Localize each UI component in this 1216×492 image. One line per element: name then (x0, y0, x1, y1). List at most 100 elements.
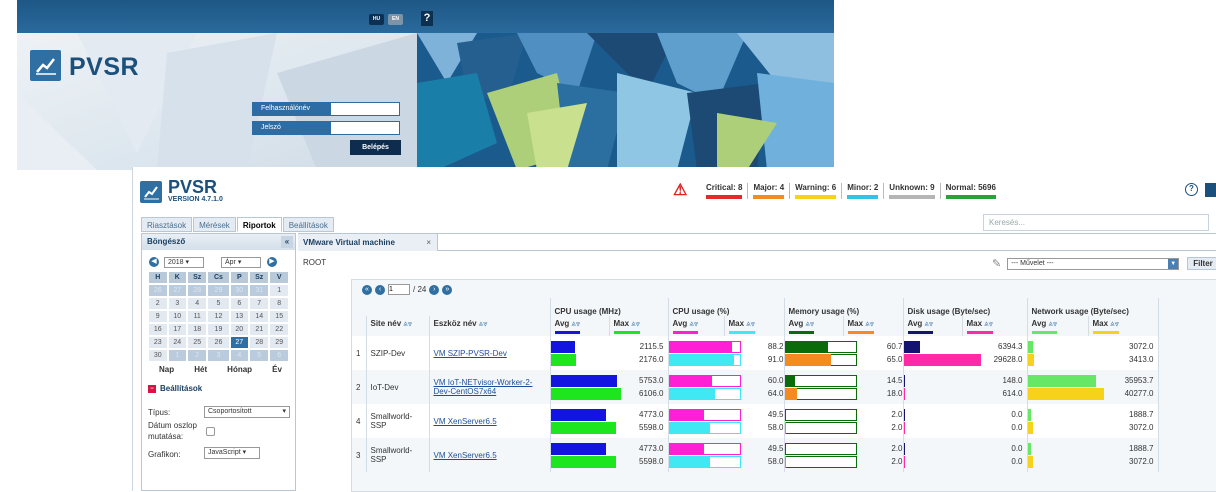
calendar-day[interactable]: 5 (250, 350, 269, 361)
calendar-day[interactable]: 5 (208, 298, 229, 309)
paperclip-icon[interactable]: ✎ (992, 257, 1001, 270)
calendar-day[interactable]: 2 (188, 350, 207, 361)
calendar-day[interactable]: 23 (149, 337, 167, 348)
calendar-day[interactable]: 27 (168, 285, 187, 296)
table-row[interactable]: 1 SZIP-Dev VM SZIP-PVSR-Dev 2115.5 2176.0 88.… (352, 336, 1159, 370)
calendar-day[interactable]: 13 (230, 311, 249, 322)
search-input[interactable]: Keresés... (983, 214, 1209, 231)
col-avg-3[interactable]: Avg ⩓⩔ (903, 316, 963, 336)
col-max-4[interactable]: Max ⩓⩔ (1088, 316, 1159, 336)
calendar-day[interactable]: 21 (250, 324, 269, 335)
calendar-day[interactable]: 4 (188, 298, 207, 309)
alert-count-5[interactable]: Normal: 5696 (941, 183, 1001, 199)
logout-icon[interactable] (1205, 183, 1216, 197)
breadcrumb-root[interactable]: ROOT (303, 258, 326, 267)
calendar-day[interactable]: 6 (270, 350, 288, 361)
calendar-day[interactable]: 28 (250, 337, 269, 348)
calendar-day[interactable]: 12 (208, 311, 229, 322)
close-tab-icon[interactable]: × (426, 234, 431, 251)
calendar-day[interactable]: 15 (270, 311, 288, 322)
device-link[interactable]: VM XenServer6.5 (434, 417, 497, 426)
help-icon[interactable]: ? (1185, 183, 1198, 196)
alert-count-1[interactable]: Major: 4 (748, 183, 791, 199)
calendar-day[interactable]: 3 (168, 298, 187, 309)
calendar-day[interactable]: 19 (208, 324, 229, 335)
sort-arrows-icon[interactable]: ⩓⩔ (631, 319, 640, 328)
tab-reports[interactable]: Riportok (236, 217, 282, 232)
calendar-day[interactable]: 20 (230, 324, 249, 335)
calendar-day[interactable]: 2 (149, 298, 167, 309)
calendar-day[interactable]: 31 (250, 285, 269, 296)
sort-arrows-icon[interactable]: ⩓⩔ (746, 319, 755, 328)
device-link[interactable]: VM XenServer6.5 (434, 451, 497, 460)
table-row[interactable]: 2 IoT-Dev VM IoT-NETvisor-Worker-2-Dev-Cen… (352, 370, 1159, 404)
sort-arrows-icon[interactable]: ⩓⩔ (479, 319, 488, 328)
username-input[interactable] (330, 102, 400, 116)
calendar-day[interactable]: 1 (270, 285, 288, 296)
calendar-day[interactable]: 26 (208, 337, 229, 348)
device-link[interactable]: VM SZIP-PVSR-Dev (434, 349, 507, 358)
col-device-name[interactable]: Eszköz név ⩓⩔ (429, 316, 551, 336)
settings-section-title[interactable]: − Beállítások (148, 384, 202, 393)
calendar-day[interactable]: 28 (188, 285, 207, 296)
calendar-day[interactable]: 24 (168, 337, 187, 348)
tab-settings[interactable]: Beállítások (282, 217, 334, 232)
chart-select[interactable]: JavaScript ▾ (204, 447, 260, 459)
calendar-day[interactable]: 16 (149, 324, 167, 335)
prev-page-icon[interactable]: ‹ (375, 284, 385, 295)
help-button[interactable]: ? (421, 11, 433, 26)
next-page-icon[interactable]: › (429, 284, 440, 295)
calendar-day[interactable]: 29 (270, 337, 288, 348)
calendar-day[interactable]: 11 (188, 311, 207, 322)
calendar-day[interactable]: 30 (149, 350, 167, 361)
type-select[interactable]: Csoportosított ▾ (204, 406, 290, 418)
alert-count-3[interactable]: Minor: 2 (842, 183, 885, 199)
calendar-day[interactable]: 26 (149, 285, 167, 296)
calendar-day[interactable]: 9 (149, 311, 167, 322)
alert-count-4[interactable]: Unknown: 9 (884, 183, 941, 199)
calendar-day[interactable]: 14 (250, 311, 269, 322)
sort-arrows-icon[interactable]: ⩓⩔ (571, 319, 580, 328)
col-site-name[interactable]: Site név ⩓⩔ (366, 316, 430, 336)
report-tab[interactable]: VMware Virtual machine × (298, 234, 438, 251)
col-max-1[interactable]: Max ⩓⩔ (724, 316, 785, 336)
calendar-day[interactable]: 29 (208, 285, 229, 296)
col-max-2[interactable]: Max ⩓⩔ (843, 316, 904, 336)
action-select[interactable]: --- Művelet --- ▼ (1007, 257, 1180, 270)
calendar-day[interactable]: 17 (168, 324, 187, 335)
col-avg-0[interactable]: Avg ⩓⩔ (550, 316, 610, 336)
period-week[interactable]: Hét (194, 365, 207, 374)
next-month-icon[interactable]: ▶ (267, 257, 277, 267)
sort-arrows-icon[interactable]: ⩓⩔ (924, 319, 933, 328)
sort-arrows-icon[interactable]: ⩓⩔ (1110, 319, 1119, 328)
prev-month-icon[interactable]: ◀ (149, 257, 159, 267)
period-month[interactable]: Hónap (227, 365, 252, 374)
calendar-day[interactable]: 1 (168, 350, 187, 361)
show-date-column-checkbox[interactable] (206, 427, 215, 436)
alert-count-2[interactable]: Warning: 6 (790, 183, 843, 199)
collapse-sidebar-button[interactable]: « (281, 236, 293, 248)
language-hu-button[interactable]: HU (369, 14, 384, 25)
calendar-day[interactable]: 27 (230, 337, 249, 348)
sort-arrows-icon[interactable]: ⩓⩔ (865, 319, 874, 328)
table-row[interactable]: 4 Smallworld-SSP VM XenServer6.5 4773.0 5598… (352, 404, 1159, 438)
alert-count-0[interactable]: Critical: 8 (701, 183, 749, 199)
period-day[interactable]: Nap (159, 365, 174, 374)
col-avg-2[interactable]: Avg ⩓⩔ (784, 316, 844, 336)
first-page-icon[interactable]: « (362, 284, 372, 295)
calendar-day[interactable]: 25 (188, 337, 207, 348)
table-row[interactable]: 3 Smallworld-SSP VM XenServer6.5 4773.0 5598… (352, 438, 1159, 472)
calendar-day[interactable]: 10 (168, 311, 187, 322)
device-link[interactable]: VM IoT-NETvisor-Worker-2-Dev-CentOS7x64 (434, 378, 533, 396)
calendar-day[interactable]: 4 (230, 350, 249, 361)
calendar-day[interactable]: 3 (208, 350, 229, 361)
last-page-icon[interactable]: » (442, 284, 453, 295)
col-max-0[interactable]: Max ⩓⩔ (609, 316, 669, 336)
calendar-day[interactable]: 6 (230, 298, 249, 309)
sort-arrows-icon[interactable]: ⩓⩔ (1048, 319, 1057, 328)
sort-arrows-icon[interactable]: ⩓⩔ (689, 319, 698, 328)
password-input[interactable] (330, 121, 400, 135)
sort-arrows-icon[interactable]: ⩓⩔ (805, 319, 814, 328)
calendar-day[interactable]: 18 (188, 324, 207, 335)
calendar-day[interactable]: 8 (270, 298, 288, 309)
